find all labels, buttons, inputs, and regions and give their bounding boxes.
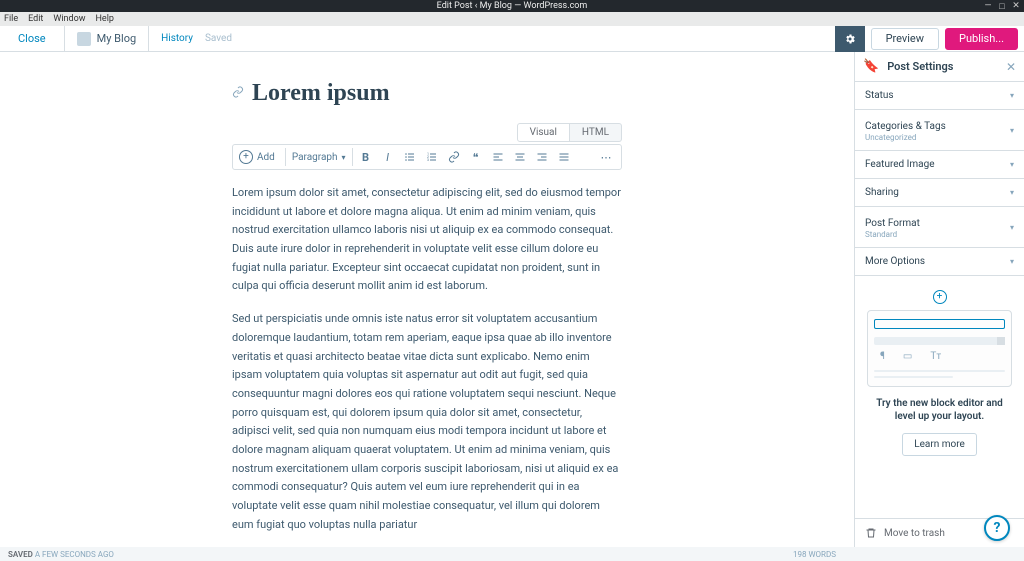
align-left-button[interactable] — [489, 148, 507, 166]
status-bar: SAVED A FEW SECONDS AGO 198 WORDS — [0, 547, 1024, 561]
paragraph[interactable]: Sed ut perspiciatis unde omnis iste natu… — [232, 310, 622, 534]
chevron-down-icon: ▾ — [1010, 160, 1014, 169]
align-right-button[interactable] — [533, 148, 551, 166]
site-name: My Blog — [97, 32, 137, 45]
section-status[interactable]: Status ▾ — [855, 82, 1024, 110]
block-editor-promo: + ¶ ▭ Tт Try the new block editor and leve… — [855, 276, 1024, 518]
save-status: SAVED — [8, 550, 33, 559]
pilcrow-icon: ¶ — [880, 351, 885, 362]
save-time: A FEW SECONDS AGO — [35, 550, 114, 559]
plus-icon: + — [239, 150, 253, 164]
quote-button[interactable]: ❝ — [467, 148, 485, 166]
chevron-down-icon: ▾ — [1010, 223, 1014, 232]
section-sharing[interactable]: Sharing ▾ — [855, 179, 1024, 207]
bold-button[interactable]: B — [357, 148, 375, 166]
chevron-down-icon: ▾ — [1010, 126, 1014, 135]
chevron-down-icon: ▾ — [342, 153, 346, 162]
section-featured-image[interactable]: Featured Image ▾ — [855, 151, 1024, 179]
numbered-list-button[interactable]: 123 — [423, 148, 441, 166]
section-more-options[interactable]: More Options ▾ — [855, 248, 1024, 276]
word-count: 198 WORDS — [793, 550, 836, 559]
tab-visual[interactable]: Visual — [517, 123, 570, 142]
permalink-icon[interactable] — [232, 86, 244, 101]
site-icon — [77, 32, 91, 46]
sidebar-title: Post Settings — [887, 60, 1006, 73]
post-settings-sidebar: 🔖 Post Settings ✕ Status ▾ Categories & … — [854, 52, 1024, 547]
section-post-format[interactable]: Post FormatStandard ▾ — [855, 207, 1024, 248]
gear-icon — [844, 33, 856, 45]
chevron-down-icon: ▾ — [1010, 188, 1014, 197]
close-button[interactable]: Close — [0, 26, 65, 51]
tab-html[interactable]: HTML — [570, 123, 622, 142]
align-justify-button[interactable] — [555, 148, 573, 166]
app-menubar: File Edit Window Help — [0, 12, 1024, 26]
window-titlebar: Edit Post ‹ My Blog — WordPress.com — □ … — [0, 0, 1024, 12]
menu-window[interactable]: Window — [53, 14, 85, 24]
editor-topbar: Close My Blog History Saved Preview Publ… — [0, 26, 1024, 52]
link-button[interactable] — [445, 148, 463, 166]
trash-icon — [865, 527, 877, 539]
bulleted-list-button[interactable] — [401, 148, 419, 166]
image-icon: ▭ — [903, 351, 912, 362]
bookmark-icon: 🔖 — [863, 59, 879, 74]
settings-toggle-button[interactable] — [835, 26, 865, 52]
menu-edit[interactable]: Edit — [28, 14, 43, 24]
align-center-button[interactable] — [511, 148, 529, 166]
promo-text: Try the new block editor and level up yo… — [867, 397, 1012, 423]
italic-button[interactable]: I — [379, 148, 397, 166]
menu-help[interactable]: Help — [96, 14, 114, 24]
preview-button[interactable]: Preview — [871, 28, 939, 50]
editor-toolbar: + Add Paragraph ▾ B I 123 ❝ ⋯ — [232, 144, 622, 170]
heading-icon: Tт — [930, 351, 941, 362]
post-content[interactable]: Lorem ipsum dolor sit amet, consectetur … — [232, 184, 622, 534]
maximize-icon[interactable]: □ — [998, 2, 1006, 10]
window-title: Edit Post ‹ My Blog — WordPress.com — [437, 1, 588, 11]
format-dropdown[interactable]: Paragraph ▾ — [285, 148, 353, 166]
close-sidebar-button[interactable]: ✕ — [1006, 60, 1016, 74]
site-selector[interactable]: My Blog — [65, 26, 150, 51]
learn-more-button[interactable]: Learn more — [902, 433, 977, 456]
saved-indicator: Saved — [205, 33, 232, 44]
section-categories-tags[interactable]: Categories & TagsUncategorized ▾ — [855, 110, 1024, 151]
publish-button[interactable]: Publish... — [945, 28, 1018, 50]
editor-area: Lorem ipsum Visual HTML + Add Paragraph … — [0, 52, 854, 547]
chevron-down-icon: ▾ — [1010, 257, 1014, 266]
help-button[interactable]: ? — [984, 515, 1010, 541]
history-link[interactable]: History — [149, 33, 205, 44]
paragraph[interactable]: Lorem ipsum dolor sit amet, consectetur … — [232, 184, 622, 296]
menu-file[interactable]: File — [4, 14, 18, 24]
plus-icon: + — [933, 290, 947, 304]
promo-illustration: ¶ ▭ Tт — [867, 310, 1012, 387]
svg-text:3: 3 — [427, 158, 429, 162]
post-title-input[interactable]: Lorem ipsum — [252, 80, 390, 107]
more-tools-button[interactable]: ⋯ — [597, 148, 615, 166]
add-media-button[interactable]: + Add — [239, 150, 281, 164]
chevron-down-icon: ▾ — [1010, 91, 1014, 100]
minimize-icon[interactable]: — — [984, 2, 992, 10]
close-window-icon[interactable]: ✕ — [1012, 2, 1020, 10]
